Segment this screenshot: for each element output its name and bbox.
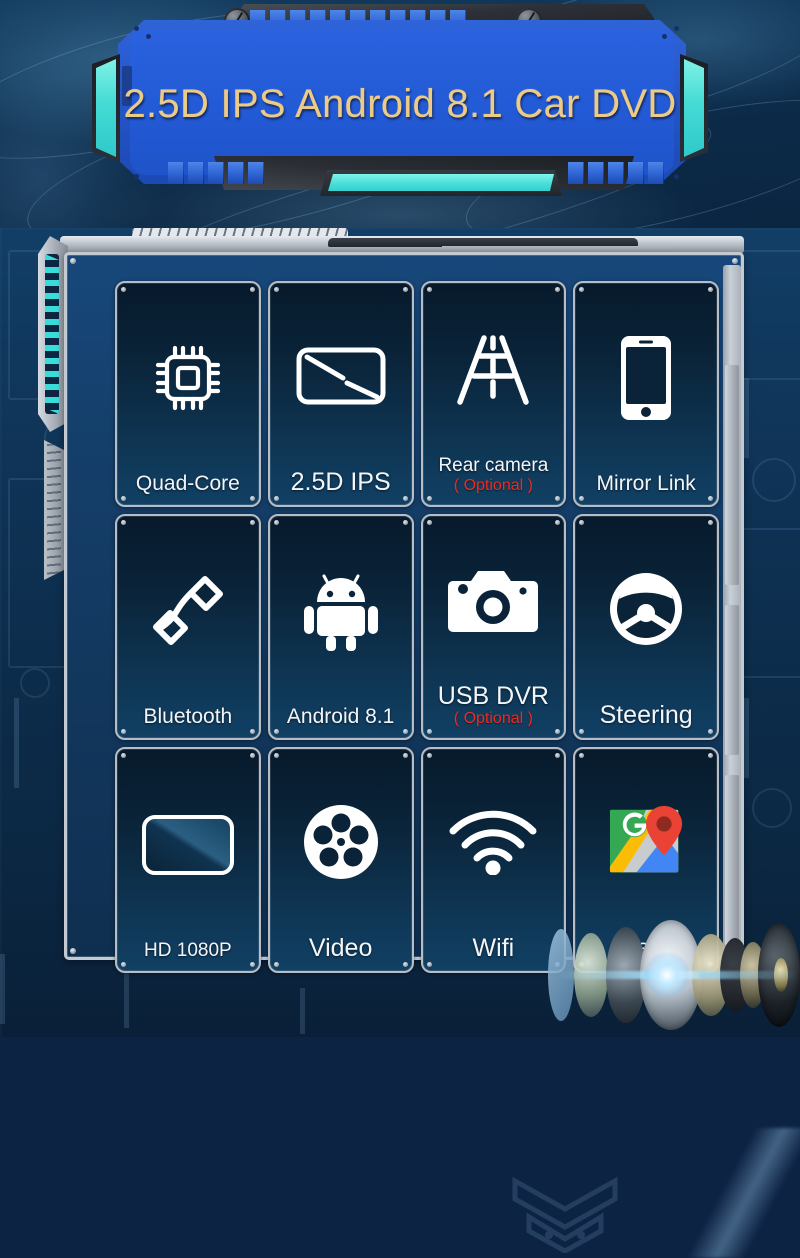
feature-label: Quad-Core: [135, 471, 240, 495]
feature-tile-video[interactable]: Video: [267, 747, 414, 973]
feature-label: Maps: [615, 933, 677, 962]
feature-tile-2-5d-ips[interactable]: 2.5D IPS: [267, 281, 414, 507]
smartphone-icon: [579, 283, 713, 473]
road-lanes-icon: [427, 283, 561, 456]
feature-label: Rear camera: [438, 455, 549, 477]
film-reel-icon: [274, 749, 408, 935]
phone-handset-icon: [121, 516, 255, 706]
header-banner: 2.5D IPS Android 8.1 Car DVD: [38, 4, 762, 204]
feature-tile-usb-dvr[interactable]: USB DVR ( Optional ): [420, 514, 567, 740]
device-left-rib-panel: [44, 440, 64, 580]
feature-tile-android[interactable]: Android 8.1: [267, 514, 414, 740]
feature-tile-bluetooth[interactable]: Bluetooth: [115, 514, 261, 740]
feature-tile-mirror-link[interactable]: Mirror Link: [573, 281, 719, 507]
google-maps-icon: [579, 749, 713, 935]
feature-tile-rear-camera[interactable]: Rear camera ( Optional ): [420, 281, 567, 507]
wifi-icon: [427, 749, 561, 935]
feature-label: Steering: [599, 700, 693, 729]
feature-label: Wifi: [472, 933, 515, 962]
camera-icon: [427, 516, 561, 683]
feature-label: Video: [308, 933, 373, 962]
screw-icon: [70, 948, 76, 954]
device-screen-body: Quad-Core 2.5D IPS Rear camera (Optiona…: [64, 252, 744, 973]
feature-label: Mirror Link: [596, 471, 696, 495]
page-title: 2.5D IPS Android 8.1 Car DVD: [123, 81, 677, 126]
optional-note: ( Optional ): [453, 710, 533, 727]
feature-label: USB DVR: [437, 681, 549, 710]
android-robot-icon: [274, 516, 408, 706]
feature-label: 2.5D IPS: [290, 467, 391, 496]
cpu-chip-icon: [121, 283, 255, 473]
feature-label: HD 1080P: [144, 940, 232, 962]
optional-note: ( Optional ): [453, 477, 533, 494]
steering-wheel-icon: [579, 516, 713, 702]
device-panel: Quad-Core 2.5D IPS Rear camera (Optiona…: [38, 228, 762, 973]
feature-tile-steering[interactable]: Steering: [573, 514, 719, 740]
feature-tile-quad-core[interactable]: Quad-Core: [115, 281, 261, 507]
feature-tile-maps[interactable]: Maps: [573, 747, 719, 973]
display-screen-icon: [121, 749, 255, 941]
feature-tile-hd-1080p[interactable]: HD 1080P: [115, 747, 261, 973]
feature-grid: Quad-Core 2.5D IPS Rear camera (Optiona…: [115, 281, 719, 973]
feature-tile-wifi[interactable]: Wifi: [420, 747, 567, 973]
device-right-metal-strip: [723, 265, 741, 955]
feature-label: Android 8.1: [286, 704, 395, 728]
feature-label: Bluetooth: [143, 704, 233, 728]
curved-screen-icon: [274, 283, 408, 469]
